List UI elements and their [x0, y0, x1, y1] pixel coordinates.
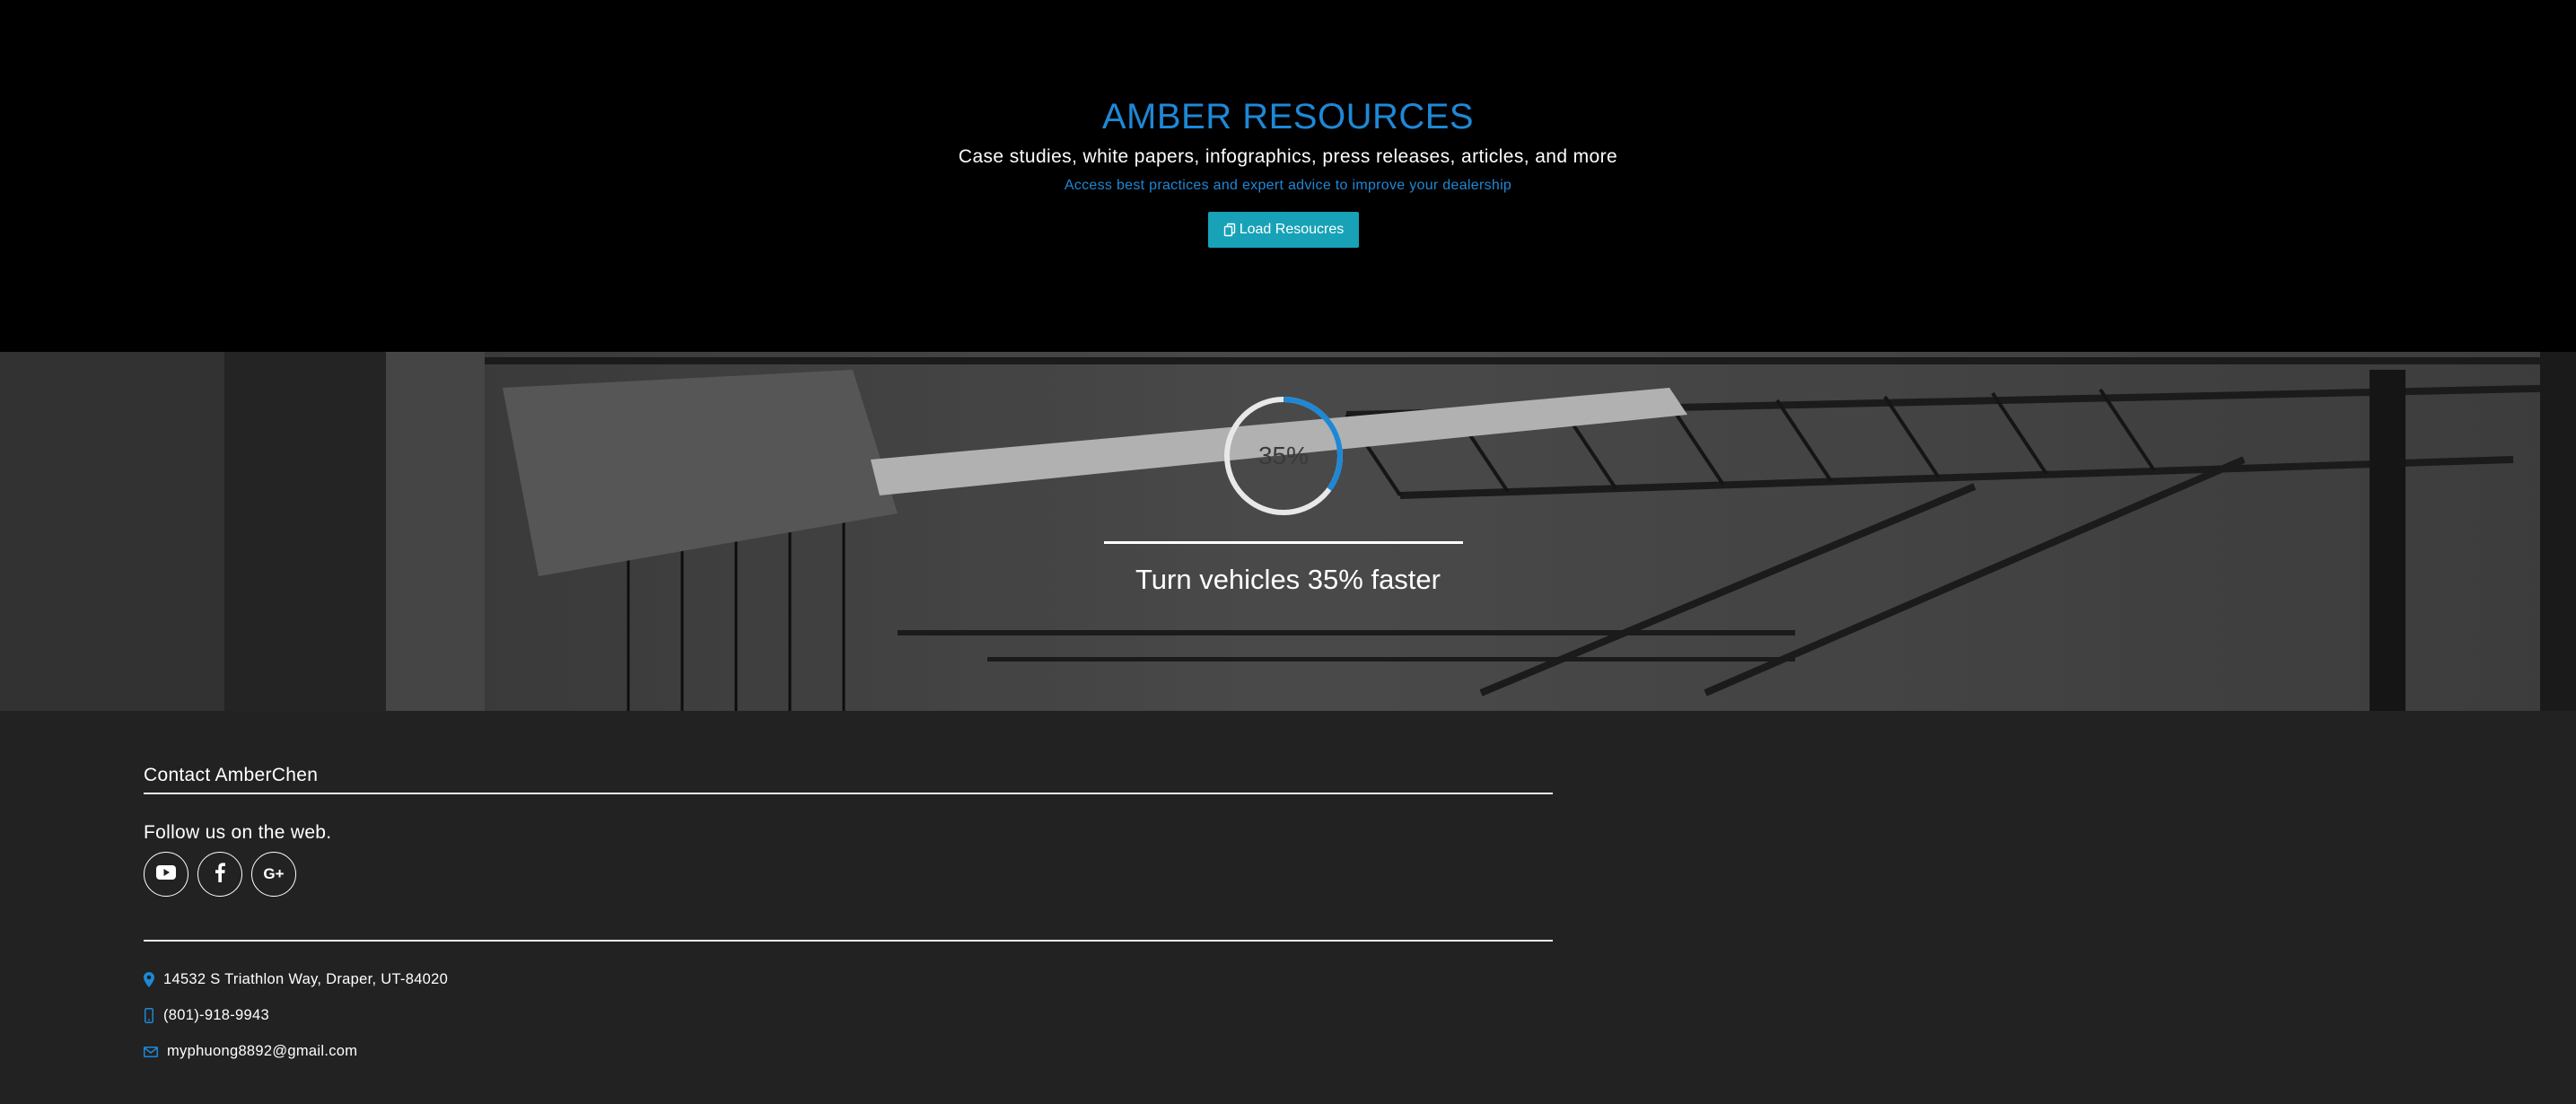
youtube-icon	[156, 864, 176, 884]
load-resources-label: Load Resoucres	[1239, 222, 1345, 237]
social-links: G+	[144, 852, 296, 897]
facebook-link[interactable]	[197, 852, 242, 897]
contact-heading: Contact AmberChen	[144, 765, 319, 785]
address-row: 14532 S Triathlon Way, Draper, UT-84020	[144, 971, 448, 988]
follow-heading: Follow us on the web.	[144, 822, 332, 843]
facebook-icon	[215, 862, 225, 887]
hero-subtitle: Case studies, white papers, infographics…	[958, 146, 1618, 167]
address-text: 14532 S Triathlon Way, Draper, UT-84020	[163, 971, 449, 987]
load-resources-button[interactable]: Load Resoucres	[1208, 212, 1359, 248]
map-marker-icon	[144, 972, 154, 987]
stat-band: 35% Turn vehicles 35% faster	[0, 352, 2576, 711]
hero-tagline: Access best practices and expert advice …	[1064, 178, 1512, 193]
email-row: myphuong8892@gmail.com	[144, 1043, 357, 1060]
youtube-link[interactable]	[144, 852, 188, 897]
google-plus-icon: G+	[263, 865, 285, 882]
resources-hero: AMBER RESOURCES Case studies, white pape…	[0, 0, 2576, 352]
email-text[interactable]: myphuong8892@gmail.com	[167, 1043, 357, 1060]
mobile-phone-icon	[144, 1008, 154, 1023]
hero-title: AMBER RESOURCES	[1101, 97, 1475, 136]
copy-icon	[1223, 223, 1238, 237]
phone-text[interactable]: (801)-918-9943	[163, 1007, 269, 1024]
stat-caption: Turn vehicles 35% faster	[1135, 564, 1441, 595]
google-plus-link[interactable]: G+	[251, 852, 296, 897]
gauge-percent-label: 35%	[1257, 442, 1310, 469]
stat-divider	[1104, 541, 1463, 544]
phone-row: (801)-918-9943	[144, 1007, 269, 1024]
footer: Contact AmberChen Follow us on the web. …	[0, 711, 2576, 1104]
footer-divider	[144, 793, 1553, 794]
footer-divider-2	[144, 940, 1553, 942]
envelope-icon	[144, 1046, 158, 1057]
